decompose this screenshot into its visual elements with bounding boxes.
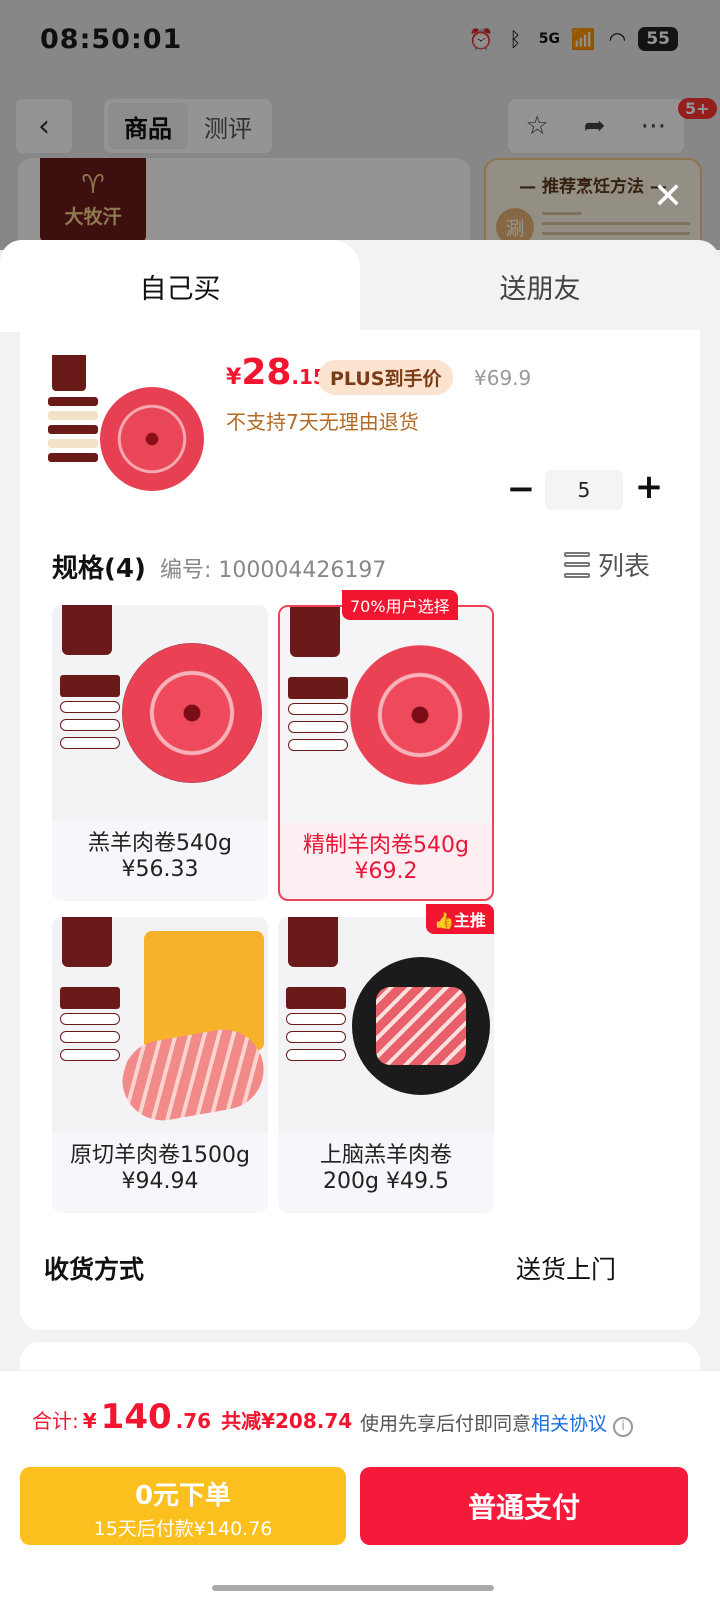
- brand-mini-logo: [52, 355, 86, 391]
- normal-pay-button[interactable]: 普通支付: [360, 1467, 688, 1545]
- background-page: 08:50:01 ⏰ ᛒ 5G 📶 ◠ 55 ‹ 商品 测评 ☆ ➦ ⋯ 5+ …: [0, 0, 720, 253]
- meat-plate-image: [352, 957, 490, 1095]
- quantity-input[interactable]: 5: [545, 470, 623, 510]
- more-icon[interactable]: ⋯: [640, 111, 666, 141]
- checkout-bar: 合计: ¥140.76 共减¥208.74 使用先享后付即同意相关协议 i 0元下…: [0, 1370, 720, 1600]
- page-tabs: 商品 测评: [104, 99, 272, 153]
- variant-price: ¥56.33: [121, 857, 199, 882]
- variant-option-selected[interactable]: 精制羊肉卷540g ¥69.2: [278, 605, 494, 901]
- original-price: ¥69.9: [474, 366, 532, 390]
- battery-icon: 55: [638, 27, 678, 51]
- variant-price: ¥94.94: [121, 1169, 199, 1194]
- variant-label-graphic: [60, 675, 120, 697]
- variant-label-graphic: [288, 677, 348, 699]
- nav-actions: ☆ ➦ ⋯: [508, 99, 684, 153]
- product-tags-graphic: [48, 397, 98, 467]
- back-button[interactable]: ‹: [16, 99, 72, 153]
- chevron-left-icon: ‹: [38, 108, 50, 144]
- product-nav-bar: ‹ 商品 测评 ☆ ➦ ⋯: [0, 95, 720, 155]
- main-push-badge: 👍主推: [426, 904, 494, 934]
- spec-title: 规格(4): [52, 554, 146, 584]
- variant-name: 原切羊肉卷1500g: [70, 1143, 250, 1168]
- return-policy: 不支持7天无理由退货: [226, 410, 419, 434]
- variant-option[interactable]: 羔羊肉卷540g ¥56.33: [52, 605, 268, 901]
- brand-mini-logo: [290, 607, 340, 657]
- pay-later-sub: 15天后付款¥140.76: [93, 1518, 273, 1540]
- recommend-text-line: [542, 222, 690, 225]
- brand-mini-logo: [288, 917, 338, 967]
- tab-buy-self[interactable]: 自己买: [0, 240, 360, 332]
- brand-name: 大牧汗: [64, 205, 122, 228]
- pay-later-label: 0元下单: [134, 1481, 232, 1511]
- meat-rolls-image: [116, 1023, 268, 1127]
- recommend-text-line: [542, 232, 690, 235]
- bluetooth-icon: ᛒ: [509, 27, 522, 51]
- variant-option[interactable]: 上脑羔羊肉卷 200g ¥49.5: [278, 917, 494, 1213]
- info-icon[interactable]: i: [613, 1417, 634, 1437]
- variant-name: 羔羊肉卷540g: [88, 831, 232, 856]
- variant-name: 精制羊肉卷540g: [303, 833, 469, 858]
- tab-product[interactable]: 商品: [108, 103, 188, 149]
- clock: 08:50:01: [40, 24, 183, 55]
- list-view-label: 列表: [598, 552, 651, 582]
- tab-review[interactable]: 测评: [188, 103, 268, 149]
- list-icon: [564, 551, 590, 578]
- status-icons: ⏰ ᛒ 5G 📶 ◠ 55: [468, 26, 678, 52]
- variant-price: ¥69.2: [354, 859, 418, 884]
- discount-total: 共减¥208.74: [221, 1409, 353, 1433]
- product-thumbnail: [48, 355, 204, 491]
- ram-logo-icon: ♈: [81, 169, 105, 200]
- agreement-text: 使用先享后付即同意相关协议 i: [360, 1409, 634, 1437]
- plus-price: ¥28.15: [226, 352, 327, 393]
- variant-price: 200g ¥49.5: [323, 1169, 449, 1194]
- recommend-text-line: [542, 212, 582, 215]
- tab-send-friend[interactable]: 送朋友: [360, 240, 720, 332]
- variant-image: [278, 917, 494, 1133]
- thumbs-up-icon: 👍: [434, 911, 454, 930]
- variant-image: [280, 607, 492, 823]
- brand-mini-logo: [62, 605, 112, 655]
- variant-features-graphic: [60, 701, 120, 755]
- meat-plate-image: [350, 645, 490, 785]
- status-bar: 08:50:01 ⏰ ᛒ 5G 📶 ◠ 55: [0, 0, 720, 80]
- agreement-link[interactable]: 相关协议: [531, 1413, 607, 1435]
- variant-image: [52, 917, 268, 1133]
- product-card: ¥28.15 PLUS到手价 ¥69.9 不支持7天无理由退货 − 5 + 规格…: [20, 330, 700, 1330]
- meat-plate-image: [100, 387, 204, 491]
- brand-mini-logo: [62, 917, 112, 967]
- variant-name: 上脑羔羊肉卷: [319, 1143, 452, 1168]
- meat-plate-image: [122, 643, 262, 783]
- variant-image: [52, 605, 268, 821]
- shipping-label: 收货方式: [44, 1255, 145, 1284]
- variant-features-graphic: [288, 703, 348, 757]
- total-price: 合计: ¥140.76 共减¥208.74: [32, 1397, 353, 1437]
- signal-icon: 5G: [538, 31, 560, 47]
- wifi-icon: 📶: [570, 27, 596, 51]
- star-icon[interactable]: ☆: [525, 111, 548, 141]
- home-indicator: [212, 1585, 494, 1591]
- quantity-increase-button[interactable]: +: [632, 470, 666, 505]
- share-icon[interactable]: ➦: [584, 111, 606, 141]
- message-badge: 5+: [678, 98, 717, 119]
- shipping-value[interactable]: 送货上门: [516, 1250, 616, 1286]
- variant-features-graphic: [60, 1013, 120, 1067]
- close-icon[interactable]: ✕: [648, 177, 688, 217]
- variant-label-graphic: [286, 987, 346, 1009]
- popular-choice-badge: 70%用户选择: [342, 590, 458, 620]
- wifi-icon-2: ◠: [608, 27, 627, 51]
- brand-logo: ♈ 大牧汗: [40, 158, 146, 242]
- plus-price-tag: PLUS到手价: [318, 360, 454, 395]
- pay-later-button[interactable]: 0元下单 15天后付款¥140.76: [20, 1467, 346, 1545]
- spec-number: 编号: 100004426197: [160, 558, 387, 583]
- variant-label-graphic: [60, 987, 120, 1009]
- quantity-decrease-button[interactable]: −: [504, 472, 538, 507]
- alarm-icon: ⏰: [468, 27, 494, 51]
- variant-features-graphic: [286, 1013, 346, 1067]
- list-view-button[interactable]: 列表: [564, 546, 650, 583]
- variant-option[interactable]: 原切羊肉卷1500g ¥94.94: [52, 917, 268, 1213]
